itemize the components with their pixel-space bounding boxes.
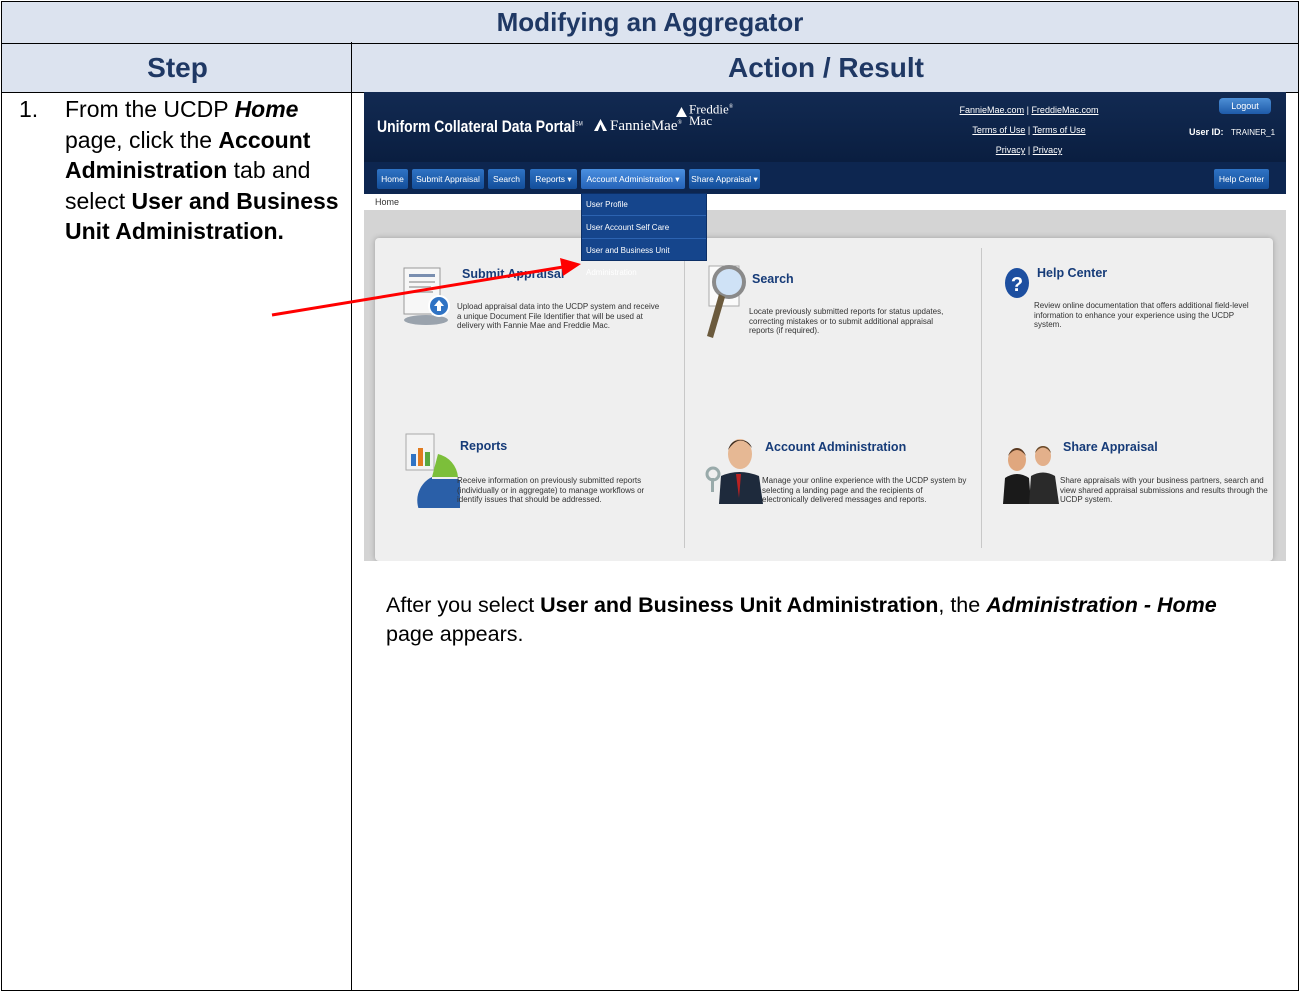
breadcrumb[interactable]: Home	[375, 197, 399, 207]
ucdp-screenshot: Uniform Collateral Data PortalSM FannieM…	[364, 92, 1286, 561]
admin-person-icon	[705, 439, 763, 504]
freddie-mac-logo: Freddie® Mac	[676, 101, 733, 127]
terms-link-2[interactable]: Terms of Use	[1033, 125, 1086, 135]
card-text-search: Locate previously submitted reports for …	[749, 307, 944, 336]
panel-divider	[684, 248, 685, 548]
card-text-account-administration: Manage your online experience with the U…	[762, 476, 967, 505]
header-links: FannieMae.com | FreddieMac.com Terms of …	[959, 105, 1099, 155]
card-title-account-administration[interactable]: Account Administration	[765, 440, 906, 454]
ucdp-header: Uniform Collateral Data PortalSM FannieM…	[364, 92, 1286, 162]
account-admin-dropdown: User Profile User Account Self Care User…	[581, 193, 707, 277]
card-title-share-appraisal[interactable]: Share Appraisal	[1063, 440, 1158, 454]
card-title-reports[interactable]: Reports	[460, 439, 507, 453]
magnifier-icon	[707, 265, 746, 338]
step-text-home: Home	[234, 96, 299, 122]
share-people-icon	[1003, 446, 1059, 504]
card-text-submit-appraisal: Upload appraisal data into the UCDP syst…	[457, 302, 660, 331]
logout-button[interactable]: Logout	[1219, 98, 1271, 114]
help-icon: ?	[1005, 268, 1029, 298]
home-panel: Submit Appraisal Upload appraisal data i…	[375, 238, 1273, 561]
freddie-mac-logo-icon	[676, 107, 687, 117]
freddiemac-link[interactable]: FreddieMac.com	[1031, 105, 1098, 115]
tab-share-appraisal[interactable]: Share Appraisal ▾	[689, 169, 760, 189]
result-text-1: After you select	[386, 593, 541, 617]
result-text-5: page appears.	[386, 622, 524, 646]
card-text-reports: Receive information on previously submit…	[457, 476, 645, 505]
tab-home[interactable]: Home	[377, 169, 408, 189]
tab-reports[interactable]: Reports ▾	[530, 169, 577, 189]
column-divider	[351, 42, 352, 990]
submit-appraisal-icon	[403, 267, 450, 325]
card-text-share-appraisal: Share appraisals with your business part…	[1060, 476, 1268, 505]
ucdp-brand: Uniform Collateral Data PortalSM	[377, 117, 583, 136]
action-column-header: Action / Result	[727, 52, 924, 83]
svg-text:?: ?	[1011, 274, 1023, 296]
menu-item-user-account-self-care[interactable]: User Account Self Care	[582, 217, 706, 239]
table-title: Modifying an Aggregator	[496, 7, 804, 37]
step-column-header: Step	[147, 52, 208, 83]
privacy-link-2[interactable]: Privacy	[1033, 145, 1063, 155]
help-center-button[interactable]: Help Center	[1214, 169, 1269, 189]
fannie-mae-logo: FannieMae®	[594, 118, 682, 135]
tab-search[interactable]: Search	[488, 169, 525, 189]
result-description: After you select User and Business Unit …	[386, 591, 1266, 649]
card-title-help-center[interactable]: Help Center	[1037, 266, 1107, 280]
result-text-admin-home: Administration - Home	[986, 593, 1217, 617]
user-id-value: TRAINER_1	[1231, 128, 1276, 137]
panel-divider	[981, 248, 982, 548]
user-id: User ID: TRAINER_1	[1189, 127, 1276, 137]
step-number: 1.	[19, 96, 39, 122]
terms-link-1[interactable]: Terms of Use	[972, 125, 1025, 135]
ucdp-nav-bar: Home Submit Appraisal Search Reports ▾ A…	[364, 162, 1286, 194]
reports-chart-icon	[405, 433, 460, 508]
table-title-row: Modifying an Aggregator	[2, 2, 1298, 44]
fannie-mae-logo-icon	[594, 119, 607, 131]
result-text-user-admin: User and Business Unit Administration	[540, 593, 939, 617]
ucdp-brand-mark: SM	[575, 121, 583, 128]
privacy-link-1[interactable]: Privacy	[996, 145, 1026, 155]
menu-item-user-profile[interactable]: User Profile	[582, 194, 706, 216]
card-text-help-center: Review online documentation that offers …	[1034, 301, 1249, 330]
table-header-row: Step Action / Result	[2, 44, 1298, 93]
step-instructions: From the UCDP Home page, click the Accou…	[65, 94, 345, 247]
card-title-submit-appraisal[interactable]: Submit Appraisal	[462, 267, 564, 281]
step-text-1: From the UCDP	[65, 96, 235, 122]
fanniemae-link[interactable]: FannieMae.com	[960, 105, 1025, 115]
menu-item-user-business-unit-admin[interactable]: User and Business Unit Administration	[582, 240, 706, 277]
result-text-3: , the	[938, 593, 987, 617]
card-title-search[interactable]: Search	[752, 272, 794, 286]
tab-submit-appraisal[interactable]: Submit Appraisal	[412, 169, 484, 189]
breadcrumb-bar: Home	[364, 194, 1286, 210]
tab-account-administration[interactable]: Account Administration ▾	[581, 169, 685, 189]
step-text-3: page, click the	[65, 126, 219, 153]
